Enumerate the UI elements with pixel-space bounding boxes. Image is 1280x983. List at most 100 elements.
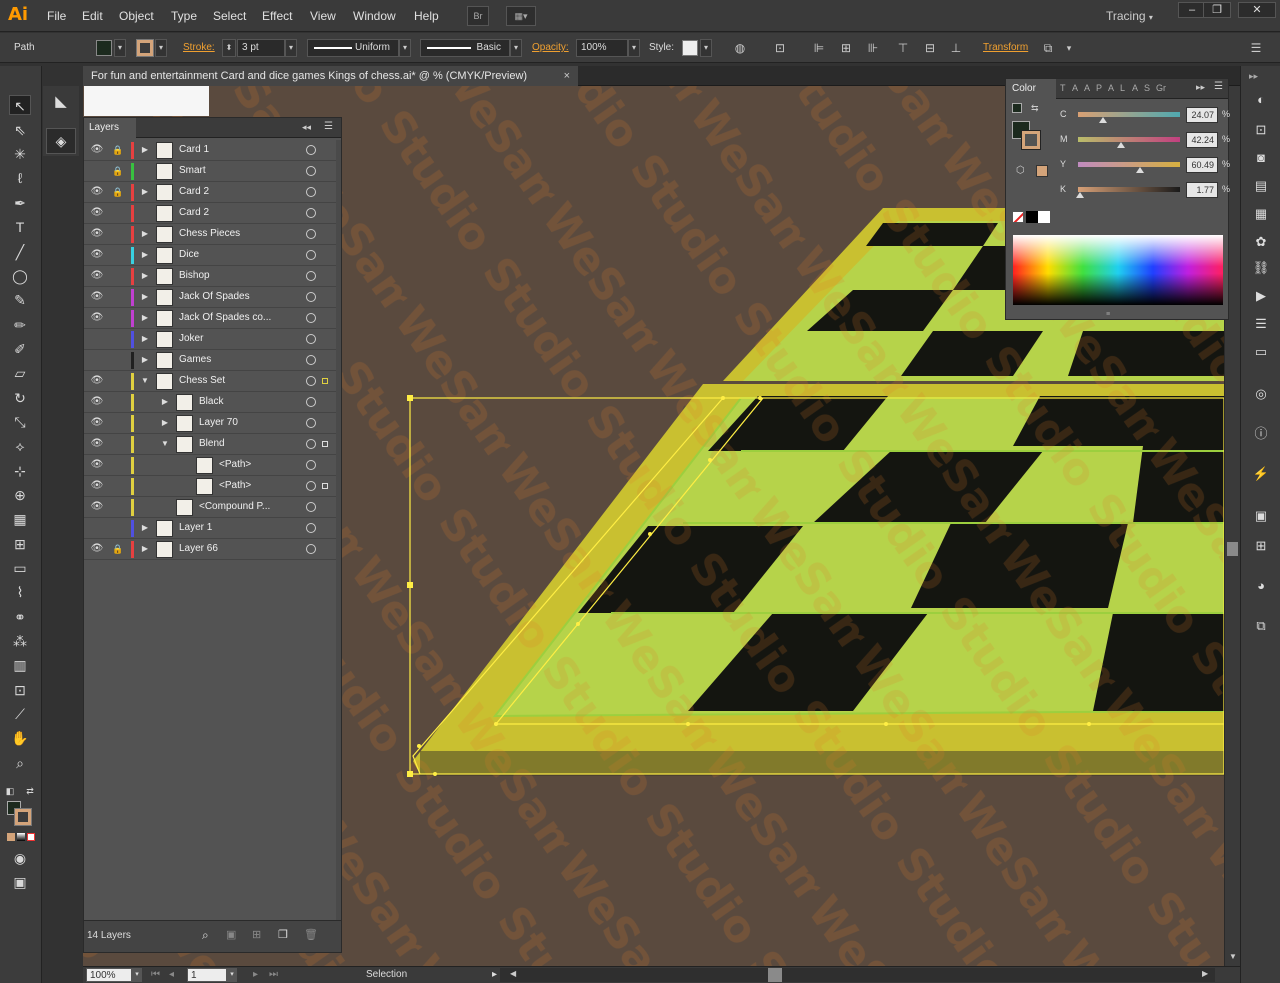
slice-tool-icon[interactable]: ⟋ [9, 704, 31, 724]
scroll-left-icon[interactable]: ◀ [510, 969, 516, 978]
target-circle-icon[interactable] [306, 271, 316, 281]
layer-name[interactable]: Games [179, 354, 211, 365]
stroke-panel-icon[interactable]: ☰ [1250, 314, 1272, 334]
layer-row[interactable]: 👁 ▶ Dice [84, 245, 336, 266]
expand-toggle-icon[interactable]: ▶ [140, 354, 150, 366]
expand-toggle-icon[interactable]: ▼ [160, 438, 170, 450]
transform-panel-icon[interactable]: ⧉ [1250, 616, 1272, 636]
layer-row[interactable]: 👁 ▶ Jack Of Spades [84, 287, 336, 308]
rotate-tool-icon[interactable]: ↻ [9, 388, 31, 408]
symbols-icon[interactable]: ✿ [1250, 232, 1272, 252]
actions-icon[interactable]: ▶ [1250, 286, 1272, 306]
target-circle-icon[interactable] [306, 502, 316, 512]
stroke-color-swatch[interactable] [14, 808, 32, 826]
expand-icon[interactable]: ▸▸ [1196, 82, 1205, 93]
channel-value-field[interactable]: 1.77 [1186, 182, 1218, 198]
scrollbar-thumb[interactable] [1227, 542, 1238, 556]
panel-tab[interactable]: A [1108, 83, 1114, 93]
perspective-grid-tool-icon[interactable]: ▦ [9, 509, 31, 529]
document-tab[interactable]: For fun and entertainment Card and dice … [83, 66, 578, 86]
layer-name[interactable]: Layer 70 [199, 417, 238, 428]
pencil-tool-icon[interactable]: ✏ [9, 315, 31, 335]
channel-slider[interactable] [1078, 137, 1180, 142]
profile-dropdown[interactable]: ▾ [399, 39, 411, 57]
resize-grip-icon[interactable]: ≡ [1106, 311, 1110, 318]
layer-name[interactable]: Card 2 [179, 186, 209, 197]
layer-row[interactable]: 🔒 Smart [84, 161, 336, 182]
brush-dropdown[interactable]: ▾ [510, 39, 522, 57]
layer-name[interactable]: Jack Of Spades co... [179, 312, 271, 323]
bridge-button[interactable]: Br [467, 6, 489, 26]
layer-name[interactable]: Chess Pieces [179, 228, 240, 239]
target-circle-icon[interactable] [306, 418, 316, 428]
swatches-icon[interactable]: ▦ [1250, 204, 1272, 224]
arrange-documents-button[interactable]: ▦▾ [506, 6, 536, 26]
visibility-eye-icon[interactable]: 👁 [90, 375, 104, 387]
layer-name[interactable]: <Path> [219, 459, 251, 470]
menu-view[interactable]: View [310, 9, 336, 23]
new-layer-icon[interactable]: ❐ [278, 928, 288, 941]
selection-indicator[interactable] [322, 483, 328, 489]
color-spectrum[interactable] [1013, 235, 1223, 305]
expand-toggle-icon[interactable]: ▼ [140, 375, 150, 387]
lock-icon[interactable] [112, 270, 124, 282]
make-clipping-mask-icon[interactable]: ▣ [226, 928, 236, 941]
scroll-right-icon[interactable]: ▶ [1202, 969, 1208, 978]
graphic-styles-icon[interactable]: ⊞ [1250, 536, 1272, 556]
expand-toggle-icon[interactable]: ▶ [160, 417, 170, 429]
visibility-eye-icon[interactable]: 👁 [90, 396, 104, 408]
layer-row[interactable]: 👁 <Compound P... [84, 497, 336, 518]
locate-object-icon[interactable]: ⌕ [202, 928, 209, 943]
style-dropdown[interactable]: ▾ [700, 39, 712, 57]
lock-icon[interactable] [112, 438, 124, 450]
target-circle-icon[interactable] [306, 334, 316, 344]
screen-mode-icon[interactable]: ▣ [9, 872, 31, 892]
layer-row[interactable]: ▶ Layer 1 [84, 518, 336, 539]
white-swatch[interactable] [1038, 211, 1050, 223]
links-icon[interactable]: ⛓ [1250, 258, 1272, 278]
panel-menu-icon[interactable]: ☰ [1214, 81, 1223, 92]
layer-name[interactable]: Card 1 [179, 144, 209, 155]
collapse-icon[interactable]: ▸▸ [1249, 71, 1258, 82]
layers-scrollbar[interactable] [336, 140, 341, 920]
menu-edit[interactable]: Edit [82, 9, 103, 23]
layer-name[interactable]: Card 2 [179, 207, 209, 218]
layer-name[interactable]: Blend [199, 438, 225, 449]
variable-width-profile[interactable]: Uniform [307, 39, 399, 57]
line-tool-icon[interactable]: ╱ [9, 242, 31, 262]
target-circle-icon[interactable] [306, 397, 316, 407]
channel-value-field[interactable]: 42.24 [1186, 132, 1218, 148]
lock-icon[interactable] [112, 375, 124, 387]
lock-icon[interactable]: 🔒 [112, 144, 124, 156]
visibility-eye-icon[interactable]: 👁 [90, 228, 104, 240]
navigator-icon[interactable]: ⚡ [1250, 464, 1272, 484]
collapse-icon[interactable]: ◂◂ [302, 122, 311, 133]
expand-toggle-icon[interactable]: ▶ [160, 396, 170, 408]
scale-tool-icon[interactable]: ⤡ [9, 412, 31, 432]
expand-toggle-icon[interactable]: ▶ [140, 522, 150, 534]
artboards-icon[interactable]: ⊡ [1250, 120, 1272, 140]
layer-row[interactable]: 👁 ▶ Layer 70 [84, 413, 336, 434]
visibility-eye-icon[interactable]: 👁 [90, 459, 104, 471]
magic-wand-tool-icon[interactable]: ✳ [9, 144, 31, 164]
panel-tab[interactable]: S [1144, 83, 1150, 93]
layer-row[interactable]: 👁 ▶ Chess Pieces [84, 224, 336, 245]
paintbrush-tool-icon[interactable]: ✎ [9, 290, 31, 310]
restore-button[interactable]: ❐ [1203, 2, 1231, 18]
lock-icon[interactable] [112, 228, 124, 240]
target-circle-icon[interactable] [306, 229, 316, 239]
menu-file[interactable]: File [47, 9, 66, 23]
layer-name[interactable]: Dice [179, 249, 199, 260]
layer-name[interactable]: Layer 1 [179, 522, 212, 533]
layers-tab[interactable]: Layers [84, 118, 136, 138]
visibility-eye-icon[interactable]: 👁 [90, 270, 104, 282]
target-circle-icon[interactable] [306, 376, 316, 386]
channel-slider[interactable] [1078, 187, 1180, 192]
align-right-icon[interactable]: ⊪ [866, 41, 880, 55]
layer-name[interactable]: Jack Of Spades [179, 291, 250, 302]
info-icon[interactable]: ⓘ [1250, 424, 1272, 444]
expand-toggle-icon[interactable]: ▶ [140, 228, 150, 240]
visibility-eye-icon[interactable]: 👁 [90, 144, 104, 156]
transform-link[interactable]: Transform [983, 42, 1028, 53]
scroll-down-icon[interactable]: ▼ [1228, 952, 1238, 962]
